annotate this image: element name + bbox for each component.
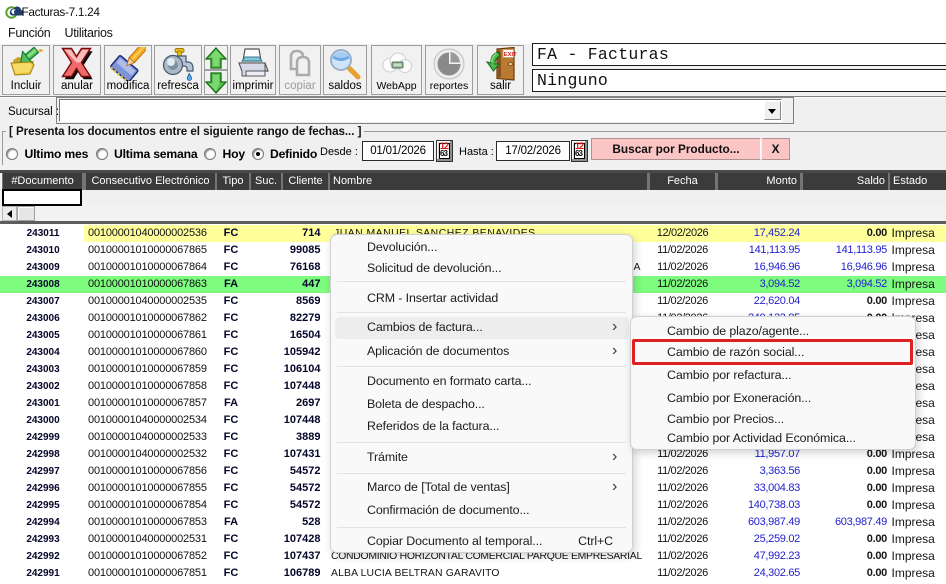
svg-text:EXIT: EXIT (503, 52, 516, 58)
